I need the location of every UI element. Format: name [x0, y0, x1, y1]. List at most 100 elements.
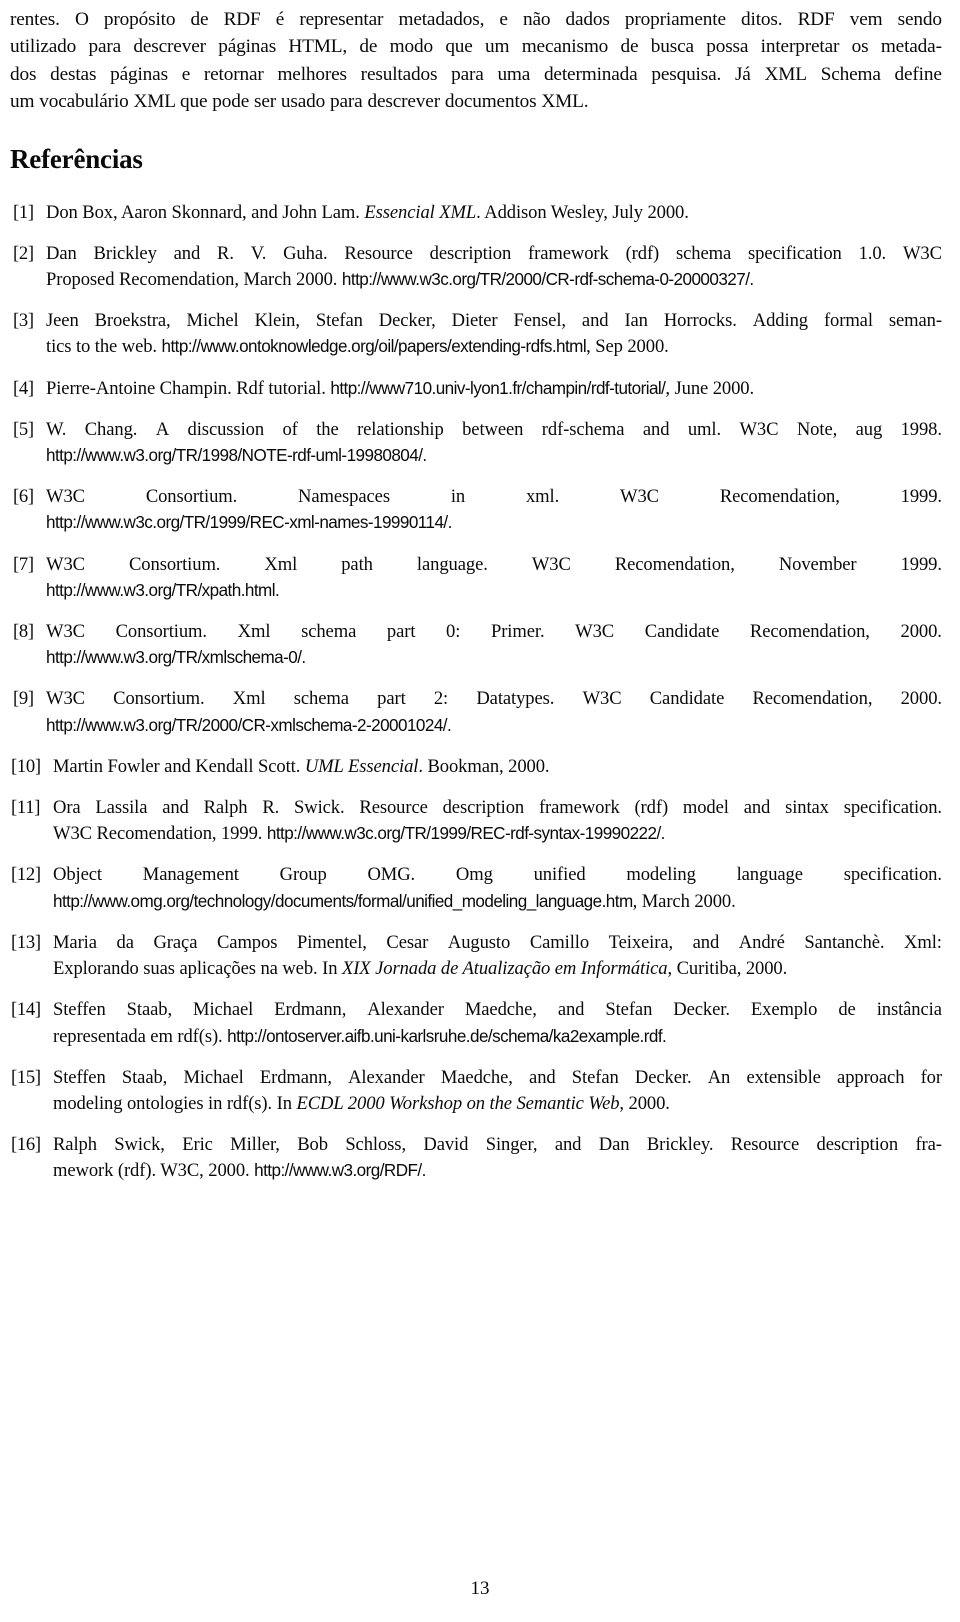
reference-word: W3C — [531, 553, 571, 575]
reference-word: Xml — [264, 553, 298, 575]
reference-word: in — [450, 486, 466, 508]
reference-url[interactable]: http://ontoserver.aifb.uni-karlsruhe.de/… — [227, 1027, 667, 1046]
reference-venue: , 2000. — [619, 1092, 670, 1114]
reference-line: representada em rdf(s). — [53, 1025, 228, 1047]
reference-word: 2000. — [900, 621, 942, 643]
body-paragraph: rentes. Opropósito de RDF é representar metada… — [10, 0, 942, 116]
body-word: O — [74, 9, 89, 30]
body-word: define — [894, 63, 942, 85]
reference-text: W3C Consortium. Namespaces in xml. W3C Recomen… — [46, 484, 942, 536]
reference-word: Michel — [186, 310, 239, 332]
reference-word: and — [743, 797, 771, 819]
body-paragraph-line: rentes. Opropósito de RDF é representar metada… — [10, 6, 942, 33]
reference-word: 2: — [433, 688, 449, 710]
reference-word: W3C — [620, 486, 659, 508]
reference-word: Bob — [297, 1134, 328, 1156]
reference-line: Object Management Group OMG. Omg unified model… — [53, 862, 942, 888]
reference-word: Singer, — [485, 1134, 538, 1156]
reference-url[interactable]: http://www710.univ-lyon1.fr/champin/rdf-… — [330, 379, 666, 398]
references-heading: Referências — [10, 143, 143, 174]
reference-label: [7] — [13, 553, 34, 575]
reference-line: W3C Consortium. Xml path language. W3C Recomen… — [46, 552, 942, 578]
reference-word: W3C — [46, 486, 85, 508]
body-word: utilizado — [10, 36, 77, 58]
reference-url[interactable]: http://www.w3.org/TR/2000/CR-xmlschema-2… — [46, 716, 452, 735]
reference-word: 0: — [446, 621, 461, 643]
reference-line: W3C Consortium. Xml schema part 0: Primer. W3C C… — [46, 619, 942, 645]
reference-word: W3C — [46, 553, 85, 575]
reference-word: and — [162, 797, 189, 819]
reference-word: schema — [301, 621, 357, 643]
body-word: melhores — [277, 63, 347, 85]
reference-url[interactable]: http://www.w3c.org/TR/2000/CR-rdf-schema… — [342, 270, 754, 289]
reference-word: Datatypes. — [476, 688, 555, 710]
reference-word: part — [386, 621, 416, 643]
reference-word: Dieter — [451, 310, 498, 332]
reference-word: Maedche, — [440, 1066, 513, 1088]
reference-word: Exemplo — [750, 999, 818, 1021]
reference-word: formal — [823, 310, 873, 332]
reference-text: W3C Consortium. Xml schema part 0: Primer. W3C C… — [46, 619, 942, 671]
body-word: e — [499, 9, 508, 30]
reference-word: fra- — [915, 1134, 942, 1156]
reference-word: Erdmann, — [259, 1066, 332, 1088]
reference-word: schema — [293, 688, 349, 710]
body-word: RDF — [797, 9, 835, 30]
reference-word: Namespaces — [298, 486, 390, 508]
reference-url[interactable]: http://www.w3.org/TR/xmlschema-0/. — [46, 648, 306, 667]
reference-word: specification. — [843, 864, 942, 886]
reference-text: W. Chang. Adiscussion of the relationship betw… — [46, 417, 942, 469]
reference-word: Swick, — [114, 1134, 165, 1156]
reference-authors: Pierre-Antoine Champin. Rdf tutorial. — [46, 377, 331, 399]
body-word: propriamente — [624, 9, 726, 30]
body-paragraph-line: utilizado para descrever páginas HTML, de modo… — [10, 33, 942, 60]
reference-item: [16] Ralph Swick, Eric Miller, Bob Schloss, Da… — [10, 1132, 942, 1184]
body-word: determinada — [543, 63, 638, 85]
reference-url[interactable]: http://www.w3.org/TR/1998/NOTE-rdf-uml-1… — [46, 446, 427, 465]
reference-item: [15] Steffen Staab, Michael Erdmann, Alexand… — [10, 1065, 942, 1117]
body-word: propósito — [103, 9, 176, 30]
body-word: HTML, — [288, 36, 348, 58]
reference-word: Xml — [237, 621, 271, 643]
reference-word: and — [173, 242, 201, 264]
reference-word: Xml: — [904, 931, 942, 953]
reference-word: Stefan — [605, 999, 653, 1021]
reference-item: [4] Pierre-Antoine Champin. Rdf tutorial… — [10, 376, 942, 402]
reference-url[interactable]: http://www.ontoknowledge.org/oil/papers/… — [162, 337, 587, 356]
reference-url[interactable]: http://www.w3.org/TR/xpath.html. — [46, 581, 280, 600]
reference-line: W. Chang. Adiscussion of the relationship betw… — [46, 417, 942, 443]
reference-url[interactable]: http://www.w3.org/RDF/. — [254, 1161, 426, 1180]
reference-date: , Sep 2000. — [586, 336, 669, 358]
reference-item: [7] W3C Consortium. Xml path language. W3C Rec… — [10, 552, 942, 604]
reference-word: Ralph — [203, 797, 248, 819]
reference-label: [10] — [11, 755, 41, 777]
reference-word: Omg — [455, 864, 493, 886]
reference-word: language. — [416, 553, 488, 575]
reference-word: Steffen — [53, 1066, 106, 1088]
body-word: possa — [706, 36, 749, 58]
reference-word: Michael — [193, 999, 254, 1021]
reference-line: Steffen Staab, Michael Erdmann, Alexander Mae… — [53, 997, 942, 1023]
reference-word: seman- — [888, 310, 942, 332]
reference-word: description — [429, 242, 512, 264]
reference-url[interactable]: http://www.w3c.org/TR/1999/REC-rdf-synta… — [267, 824, 666, 843]
reference-label: [11] — [11, 797, 41, 819]
reference-word: OMG. — [367, 864, 416, 886]
reference-word: path — [341, 553, 373, 575]
reference-word: Klein, — [254, 310, 300, 332]
body-word: metada- — [880, 36, 942, 58]
reference-url[interactable]: http://www.w3c.org/TR/1999/REC-xml-names… — [46, 513, 452, 532]
reference-word: Ora — [53, 797, 81, 819]
reference-word: sintax — [785, 797, 829, 819]
reference-word: framework — [538, 797, 620, 819]
reference-url[interactable]: http://www.omg.org/technology/documents/… — [53, 892, 633, 911]
body-word: uma — [497, 63, 531, 85]
reference-word: part — [377, 688, 406, 710]
reference-line: modeling ontologies in rdf(s). In — [53, 1092, 297, 1114]
reference-word: Michael — [183, 1066, 244, 1088]
body-word: páginas — [218, 36, 277, 58]
body-word: para — [451, 63, 484, 85]
reference-line: mework (rdf). W3C, 2000. — [53, 1160, 255, 1182]
reference-line: W3C Recomendation, 1999. — [53, 823, 267, 845]
reference-word: W3C — [582, 688, 622, 710]
